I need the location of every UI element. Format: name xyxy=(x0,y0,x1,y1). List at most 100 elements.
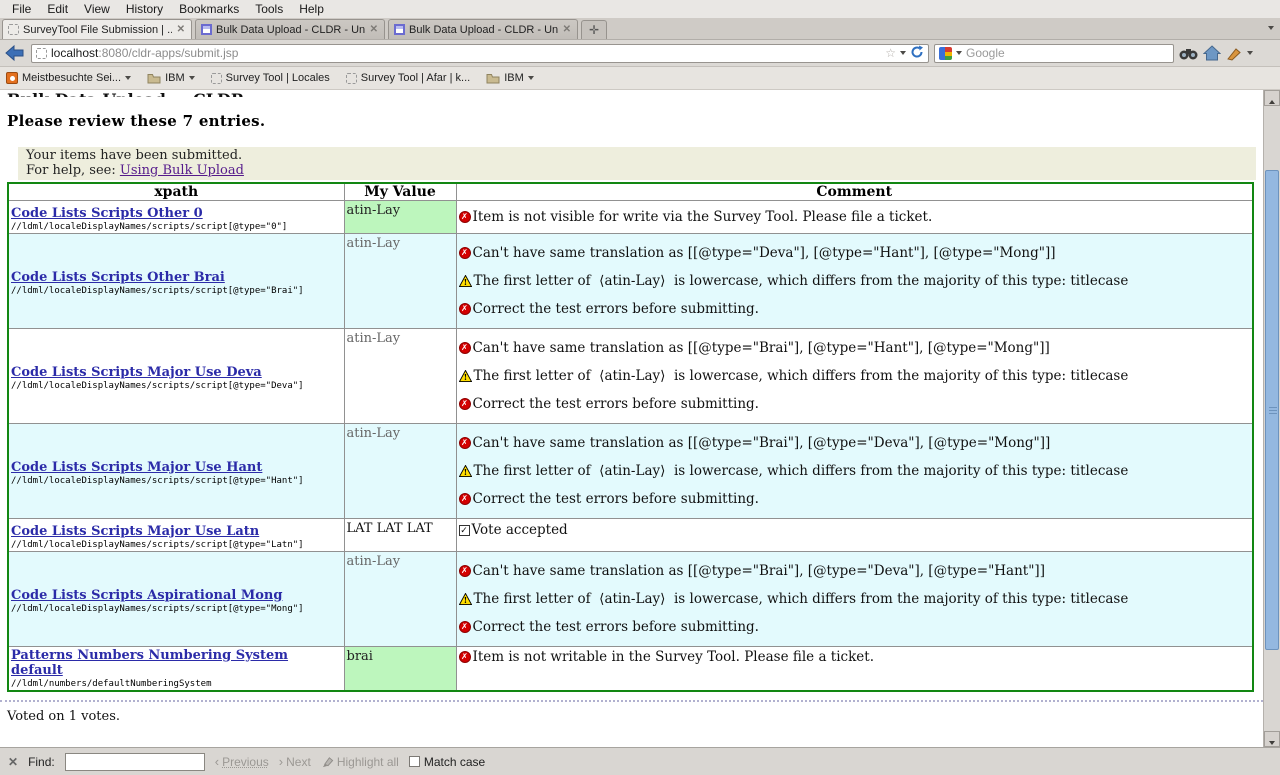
url-bar[interactable]: localhost:8080/cldr-apps/submit.jsp ☆ xyxy=(31,44,929,63)
error-icon xyxy=(459,342,471,354)
toolbar-overflow-icon[interactable] xyxy=(1247,51,1253,55)
page-icon xyxy=(211,73,222,84)
menu-edit[interactable]: Edit xyxy=(39,1,76,17)
tab-title: Bulk Data Upload - CLDR - Un... xyxy=(216,24,365,36)
notice-line2: For help, see: Using Bulk Upload xyxy=(26,163,1248,178)
xpath-link[interactable]: Code Lists Scripts Major Use Latn xyxy=(11,524,259,539)
comment-cell: Item is not writable in the Survey Tool.… xyxy=(456,647,1253,692)
comment-text: Correct the test errors before submittin… xyxy=(473,490,759,508)
bookmark-folder-ibm-1[interactable]: IBM xyxy=(147,72,195,84)
tab-bulk-data-upload-2[interactable]: Bulk Data Upload - CLDR - Un... ✕ xyxy=(388,19,578,39)
highlighter-icon xyxy=(321,755,334,768)
find-previous-label: Previous xyxy=(222,755,269,769)
match-case-checkbox-icon[interactable] xyxy=(409,756,420,767)
warning-icon: ! xyxy=(459,275,472,287)
chevron-down-icon xyxy=(189,76,195,80)
my-value-cell: brai xyxy=(344,647,456,692)
search-bar[interactable]: Google xyxy=(934,44,1174,63)
comment-text: Correct the test errors before submittin… xyxy=(473,300,759,318)
xpath-link[interactable]: Code Lists Scripts Aspirational Mong xyxy=(11,588,282,603)
bookmark-label: IBM xyxy=(504,72,524,84)
menu-tools[interactable]: Tools xyxy=(247,1,291,17)
tab-close-icon[interactable]: ✕ xyxy=(562,24,572,35)
bookmark-label: Meistbesuchte Sei... xyxy=(22,72,121,84)
menu-bookmarks[interactable]: Bookmarks xyxy=(171,1,247,17)
table-row: Code Lists Scripts Major Use Deva //ldml… xyxy=(8,329,1253,424)
review-table: xpath My Value Comment Code Lists Script… xyxy=(7,182,1254,692)
brush-icon[interactable] xyxy=(1226,46,1242,61)
bookmark-survey-tool-afar[interactable]: Survey Tool | Afar | k... xyxy=(346,72,470,84)
scrollbar-thumb[interactable] xyxy=(1265,170,1279,650)
bookmark-most-visited[interactable]: Meistbesuchte Sei... xyxy=(6,72,131,84)
tab-bulk-data-upload-1[interactable]: Bulk Data Upload - CLDR - Un... ✕ xyxy=(195,19,385,39)
comment-cell: Can't have same translation as [[@type="… xyxy=(456,234,1253,329)
error-icon xyxy=(459,493,471,505)
menu-view[interactable]: View xyxy=(76,1,118,17)
match-case-toggle[interactable]: Match case xyxy=(409,755,485,769)
url-path: :8080/cldr-apps/submit.jsp xyxy=(98,46,238,60)
xpath-code: //ldml/numbers/defaultNumberingSystem xyxy=(11,679,342,689)
chevron-down-icon xyxy=(528,76,534,80)
search-engine-dropdown-icon[interactable] xyxy=(956,51,962,55)
tab-surveytool-file-submission[interactable]: SurveyTool File Submission | ... ✕ xyxy=(2,19,192,39)
my-value-cell: atin-Lay xyxy=(344,424,456,519)
back-button[interactable] xyxy=(4,43,26,63)
xpath-link[interactable]: Patterns Numbers Numbering System defaul… xyxy=(11,648,342,678)
binoculars-icon[interactable] xyxy=(1179,46,1198,61)
my-value-cell: atin-Lay xyxy=(344,201,456,234)
my-value-cell: atin-Lay xyxy=(344,234,456,329)
xpath-code: //ldml/localeDisplayNames/scripts/script… xyxy=(11,286,342,296)
folder-icon xyxy=(486,73,500,84)
warning-icon: ! xyxy=(459,593,472,605)
new-tab-button[interactable]: ✛ xyxy=(581,20,607,39)
menu-bar: File Edit View History Bookmarks Tools H… xyxy=(0,0,1280,18)
column-header-my-value: My Value xyxy=(344,183,456,201)
xpath-link[interactable]: Code Lists Scripts Other Brai xyxy=(11,270,225,285)
find-close-icon[interactable]: ✕ xyxy=(8,755,18,769)
list-all-tabs-icon[interactable] xyxy=(1268,26,1274,30)
xpath-code: //ldml/localeDisplayNames/scripts/script… xyxy=(11,540,342,550)
menu-history[interactable]: History xyxy=(118,1,171,17)
find-input[interactable] xyxy=(65,753,205,771)
tab-close-icon[interactable]: ✕ xyxy=(369,24,379,35)
column-header-xpath: xpath xyxy=(8,183,344,201)
xpath-link[interactable]: Code Lists Scripts Major Use Deva xyxy=(11,365,262,380)
error-icon xyxy=(459,437,471,449)
error-icon xyxy=(459,303,471,315)
find-next-label: Next xyxy=(286,755,311,769)
table-row: Code Lists Scripts Major Use Hant //ldml… xyxy=(8,424,1253,519)
url-dropdown-icon[interactable] xyxy=(900,51,906,55)
svg-text:!: ! xyxy=(463,595,467,605)
comment-text: The first letter of ⟨atin-Lay⟩ is lowerc… xyxy=(474,590,1129,608)
clipped-heading: Bulk Data Upload — CLDR xyxy=(7,90,1263,97)
scroll-down-icon[interactable] xyxy=(1264,731,1280,747)
bookmark-star-icon[interactable]: ☆ xyxy=(885,46,896,60)
bookmark-survey-tool-locales[interactable]: Survey Tool | Locales xyxy=(211,72,330,84)
highlight-all-button[interactable]: Highlight all xyxy=(321,755,399,769)
table-row: Code Lists Scripts Other 0 //ldml/locale… xyxy=(8,201,1253,234)
home-icon[interactable] xyxy=(1203,45,1221,61)
comment-text: Can't have same translation as [[@type="… xyxy=(473,434,1051,452)
find-next-button[interactable]: ›Next xyxy=(279,754,311,769)
comment-text: Can't have same translation as [[@type="… xyxy=(473,244,1056,262)
xpath-link[interactable]: Code Lists Scripts Other 0 xyxy=(11,206,203,221)
table-header-row: xpath My Value Comment xyxy=(8,183,1253,201)
menu-help[interactable]: Help xyxy=(291,1,332,17)
menu-file[interactable]: File xyxy=(4,1,39,17)
find-previous-button[interactable]: ‹Previous xyxy=(215,754,269,769)
table-row: Code Lists Scripts Aspirational Mong //l… xyxy=(8,552,1253,647)
notice-line2-prefix: For help, see: xyxy=(26,163,120,178)
navigation-bar: localhost:8080/cldr-apps/submit.jsp ☆ Go… xyxy=(0,40,1280,67)
my-value-cell: atin-Lay xyxy=(344,552,456,647)
table-row: Code Lists Scripts Major Use Latn //ldml… xyxy=(8,519,1253,552)
folder-icon xyxy=(147,73,161,84)
bookmark-folder-ibm-2[interactable]: IBM xyxy=(486,72,534,84)
vertical-scrollbar[interactable] xyxy=(1263,90,1280,747)
reload-icon[interactable] xyxy=(910,45,924,62)
scroll-up-icon[interactable] xyxy=(1264,90,1280,106)
using-bulk-upload-link[interactable]: Using Bulk Upload xyxy=(120,163,244,178)
submission-notice: Your items have been submitted. For help… xyxy=(18,147,1256,180)
tab-close-icon[interactable]: ✕ xyxy=(176,24,186,35)
xpath-link[interactable]: Code Lists Scripts Major Use Hant xyxy=(11,460,262,475)
table-row: Code Lists Scripts Other Brai //ldml/loc… xyxy=(8,234,1253,329)
